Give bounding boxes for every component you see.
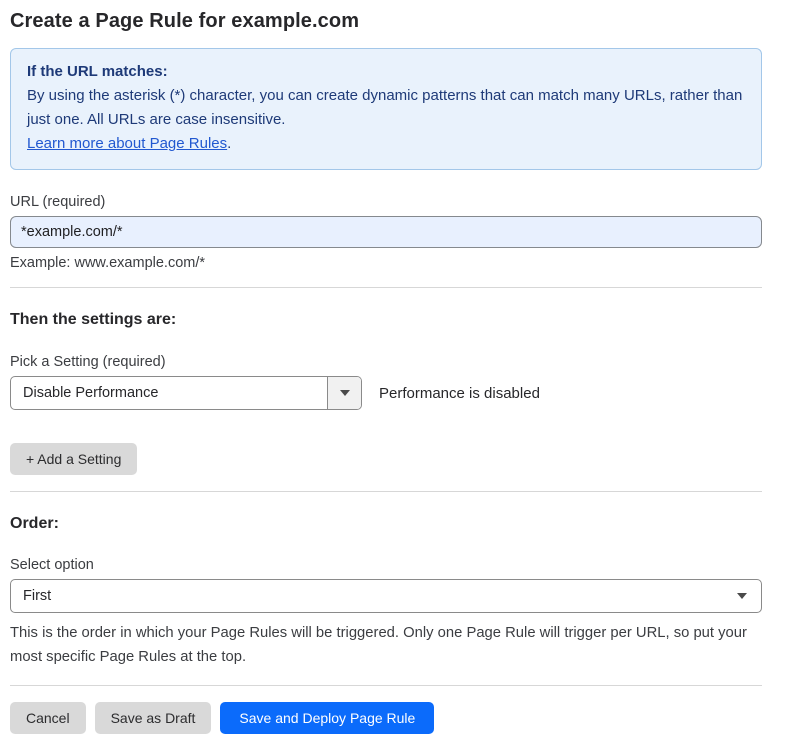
create-page-rule-form: Create a Page Rule for example.com If th… <box>10 0 762 748</box>
section-divider <box>10 287 762 288</box>
link-trailing-period: . <box>227 135 231 152</box>
url-example-helper: Example: www.example.com/* <box>10 255 762 271</box>
url-matches-info-box: If the URL matches: By using the asteris… <box>10 48 762 170</box>
chevron-down-icon <box>340 390 350 396</box>
save-as-draft-button[interactable]: Save as Draft <box>95 702 212 734</box>
page-title: Create a Page Rule for example.com <box>10 10 762 33</box>
setting-select-value: Disable Performance <box>11 385 327 401</box>
order-helper-text: This is the order in which your Page Rul… <box>10 621 762 669</box>
settings-section-heading: Then the settings are: <box>10 311 762 329</box>
cancel-button[interactable]: Cancel <box>10 702 86 734</box>
setting-select[interactable]: Disable Performance <box>10 376 362 410</box>
save-and-deploy-button[interactable]: Save and Deploy Page Rule <box>220 702 434 734</box>
info-box-heading: If the URL matches: <box>27 60 745 84</box>
order-select-label: Select option <box>10 557 762 573</box>
setting-status-text: Performance is disabled <box>379 385 540 402</box>
info-box-link-row: Learn more about Page Rules. <box>27 132 745 156</box>
chevron-down-icon <box>737 593 747 599</box>
url-label: URL (required) <box>10 194 762 210</box>
add-setting-button[interactable]: + Add a Setting <box>10 443 137 475</box>
setting-row: Disable Performance Performance is disab… <box>10 376 762 410</box>
order-section-heading: Order: <box>10 515 762 533</box>
setting-select-arrow-button[interactable] <box>327 377 361 409</box>
order-select-value: First <box>23 588 51 604</box>
section-divider <box>10 685 762 686</box>
form-action-bar: Cancel Save as Draft Save and Deploy Pag… <box>10 702 762 748</box>
learn-more-page-rules-link[interactable]: Learn more about Page Rules <box>27 135 227 152</box>
info-box-body: By using the asterisk (*) character, you… <box>27 84 745 132</box>
section-divider <box>10 491 762 492</box>
url-input[interactable] <box>10 216 762 248</box>
order-select[interactable]: First <box>10 579 762 613</box>
pick-setting-label: Pick a Setting (required) <box>10 354 762 370</box>
